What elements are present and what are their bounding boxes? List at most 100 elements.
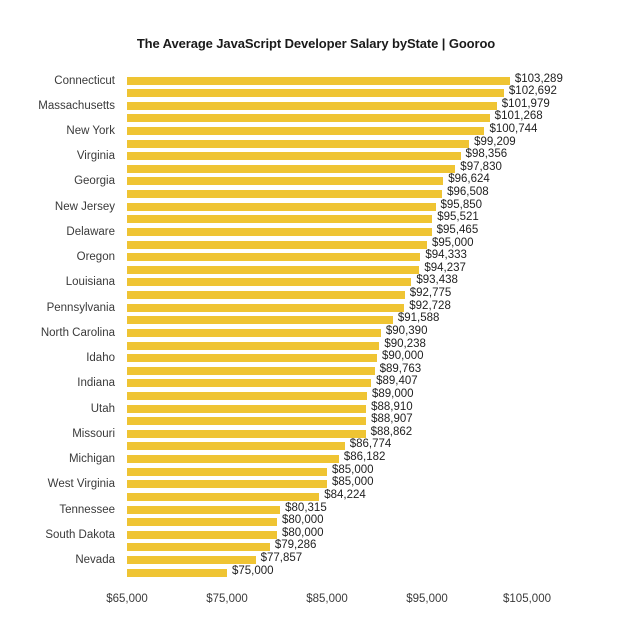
- bar-row: $75,000: [0, 564, 632, 580]
- bar-value-label: $89,000: [372, 388, 414, 400]
- bar-value-label: $97,830: [460, 160, 502, 173]
- bar: [127, 126, 485, 135]
- bar-value-label: $86,182: [343, 451, 386, 464]
- bar-row: $79,286: [0, 539, 632, 554]
- bar-row: Oregon $94,333: [0, 249, 632, 264]
- x-axis-tick-label: $85,000: [306, 593, 348, 605]
- bar: [127, 101, 497, 110]
- bar-row: New York $100,744: [0, 122, 632, 138]
- x-axis: $65,000 $75,000 $85,000 $95,000 $105,000: [0, 592, 632, 612]
- category-label: Oregon: [76, 251, 115, 264]
- bar: [127, 202, 436, 211]
- bar-value-label: $94,237: [424, 261, 466, 274]
- bar: [127, 164, 456, 173]
- bar: [127, 152, 461, 161]
- plot-area: Connecticut $103,289 $102,692 Massachusetts…: [0, 0, 632, 626]
- bar-value-label: $95,465: [436, 223, 479, 236]
- bar-value-label: $100,744: [489, 122, 538, 135]
- bar-value-label: $96,624: [448, 173, 490, 186]
- bar: [127, 480, 327, 489]
- category-label: Louisiana: [65, 276, 115, 289]
- bar-value-label: $98,356: [465, 148, 508, 161]
- bar: [127, 379, 372, 388]
- bar-value-label: $75,000: [232, 564, 274, 577]
- bar-row: Georgia $96,624: [0, 173, 632, 188]
- bar: [127, 455, 339, 464]
- bar-value-label: $91,588: [397, 312, 440, 325]
- bar-value-label: $85,000: [332, 476, 374, 489]
- bar-row: Pennsylvania $92,728: [0, 299, 632, 315]
- bar: [127, 253, 421, 262]
- bar-value-label: $79,286: [274, 539, 317, 552]
- bar-value-label: $89,407: [376, 375, 418, 388]
- bar: [127, 291, 405, 300]
- bar-row: Utah $88,910: [0, 401, 632, 416]
- bar-value-label: $80,000: [282, 526, 324, 539]
- bar: [127, 278, 412, 287]
- category-label: Indiana: [77, 377, 115, 390]
- bar-row: $90,238: [0, 338, 632, 353]
- bar-value-label: $99,209: [474, 135, 516, 148]
- category-label: North Carolina: [40, 326, 115, 339]
- bar: [127, 190, 443, 199]
- bar-value-label: $84,224: [324, 488, 366, 501]
- category-label: Massachusetts: [38, 99, 115, 112]
- bar-value-label: $77,857: [260, 552, 303, 565]
- bar-row: New Jersey $95,850: [0, 199, 632, 214]
- bar: [127, 341, 380, 350]
- bar-row: North Carolina $90,390: [0, 324, 632, 340]
- bar-value-label: $92,728: [409, 299, 451, 312]
- bar-value-label: $80,000: [282, 514, 324, 527]
- bar: [127, 89, 504, 98]
- category-label: Virginia: [76, 150, 115, 163]
- bar: [127, 429, 366, 438]
- bar: [127, 568, 227, 577]
- bar-value-label: $86,774: [349, 438, 392, 451]
- bar: [127, 467, 327, 476]
- bar-value-label: $88,862: [370, 425, 413, 438]
- category-label: Michigan: [68, 453, 115, 466]
- bar-value-label: $85,000: [332, 463, 374, 476]
- bar-value-label: $96,508: [447, 186, 489, 199]
- bar: [127, 215, 433, 224]
- bar-row: Michigan $86,182: [0, 451, 632, 466]
- bar-row: $97,830: [0, 160, 632, 176]
- bar-row: Indiana $89,407: [0, 375, 632, 390]
- bar: [127, 139, 470, 148]
- bar-row: Louisiana $93,438: [0, 274, 632, 289]
- bar-row: $94,237: [0, 261, 632, 277]
- bar: [127, 366, 375, 375]
- bar-row: Virginia $98,356: [0, 148, 632, 163]
- bar: [127, 404, 367, 413]
- category-label: Delaware: [66, 225, 115, 238]
- bar-value-label: $93,438: [416, 274, 458, 287]
- bar: [127, 505, 281, 514]
- bar-row: $89,000: [0, 388, 632, 403]
- category-label: South Dakota: [45, 528, 115, 541]
- category-label: New Jersey: [54, 200, 115, 213]
- bar-value-label: $102,692: [508, 85, 557, 98]
- category-label: Pennsylvania: [46, 301, 115, 314]
- bar-value-label: $94,333: [425, 249, 467, 262]
- bar: [127, 303, 405, 312]
- bar-value-label: $95,521: [437, 211, 479, 224]
- bar-row: $95,521: [0, 211, 632, 226]
- chart-container: The Average JavaScript Developer Salary …: [0, 0, 632, 626]
- bar-row: $96,508: [0, 186, 632, 201]
- bar-value-label: $90,000: [382, 350, 424, 363]
- category-label: Tennessee: [59, 503, 115, 516]
- category-label: Nevada: [75, 554, 115, 567]
- bar: [127, 240, 427, 249]
- category-label: Utah: [90, 402, 115, 415]
- bar: [127, 543, 270, 552]
- bar-row: $85,000: [0, 463, 632, 479]
- category-label: Connecticut: [54, 74, 115, 87]
- bar-row: $88,907: [0, 413, 632, 428]
- category-label: West Virginia: [47, 478, 115, 491]
- bar: [127, 556, 256, 565]
- bar-row: Idaho $90,000: [0, 350, 632, 365]
- bar-value-label: $90,390: [385, 324, 428, 337]
- category-label: New York: [66, 124, 115, 137]
- bar: [127, 265, 420, 274]
- bar-row: $95,000: [0, 237, 632, 252]
